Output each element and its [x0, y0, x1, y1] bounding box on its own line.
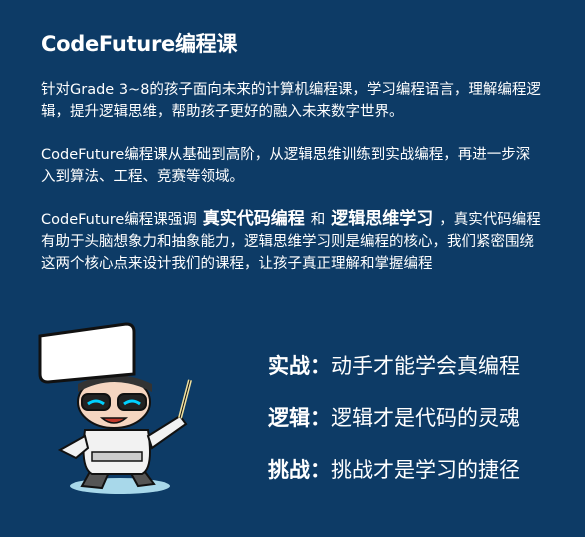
- page-title: CodeFuture编程课: [41, 32, 238, 56]
- emphasis-paragraph: CodeFuture编程课强调 真实代码编程和逻辑思维学习 ，真实代码编程有助于头脑…: [41, 208, 541, 275]
- slogan-logic: 逻辑：逻辑才是代码的灵魂: [268, 400, 520, 452]
- slogan-practice-key: 实战：: [268, 354, 331, 378]
- slogan-challenge-key: 挑战：: [268, 458, 331, 482]
- intro-paragraph: 针对Grade 3~8的孩子面向未来的计算机编程课，学习编程语言，理解编程逻辑，…: [41, 82, 541, 120]
- slogan-logic-key: 逻辑：: [268, 406, 331, 430]
- progression-paragraph: CodeFuture编程课从基础到高阶，从逻辑思维训练到实战编程，再进一步深入到…: [41, 147, 531, 185]
- slogan-practice: 实战：动手才能学会真编程: [268, 348, 520, 400]
- slogan-list: 实战：动手才能学会真编程 逻辑：逻辑才是代码的灵魂 挑战：挑战才是学习的捷径: [268, 348, 520, 504]
- slogan-practice-text: 动手才能学会真编程: [331, 354, 520, 378]
- highlight-real-code: 真实代码编程: [202, 209, 305, 229]
- slogan-challenge: 挑战：挑战才是学习的捷径: [268, 452, 520, 504]
- emphasis-prefix: CodeFuture编程课强调: [41, 212, 197, 228]
- slogan-challenge-text: 挑战才是学习的捷径: [331, 458, 520, 482]
- slogan-logic-text: 逻辑才是代码的灵魂: [331, 406, 520, 430]
- highlight-logic-thinking: 逻辑思维学习: [331, 209, 434, 229]
- mascot-chef-illustration: [38, 322, 192, 494]
- emphasis-joiner: 和: [310, 212, 326, 228]
